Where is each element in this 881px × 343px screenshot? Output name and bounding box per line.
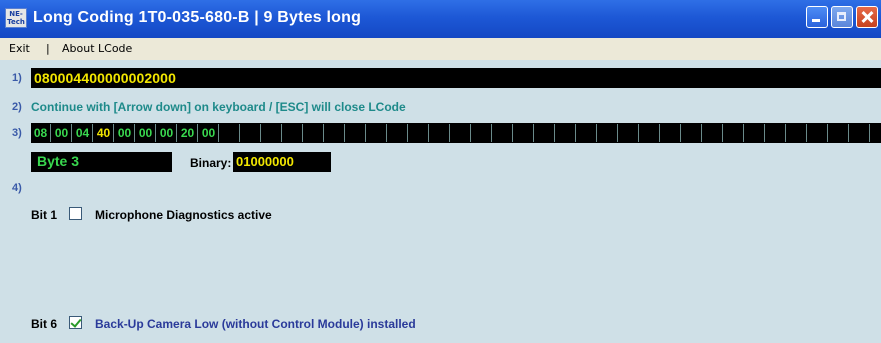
empty-byte-cell[interactable] bbox=[451, 124, 471, 142]
empty-byte-cell[interactable] bbox=[871, 124, 881, 142]
empty-byte-cell[interactable] bbox=[745, 124, 765, 142]
empty-byte-cell[interactable] bbox=[703, 124, 723, 142]
row-number-1: 1) bbox=[12, 72, 22, 84]
bit-description: Microphone Diagnostics active bbox=[95, 208, 272, 222]
binary-field: 01000000 bbox=[233, 152, 331, 172]
empty-byte-cell[interactable] bbox=[493, 124, 513, 142]
binary-label: Binary: bbox=[190, 156, 232, 170]
empty-byte-cell[interactable] bbox=[787, 124, 807, 142]
empty-byte-cell[interactable] bbox=[577, 124, 597, 142]
empty-byte-cell[interactable] bbox=[514, 124, 534, 142]
empty-byte-cell[interactable] bbox=[682, 124, 702, 142]
empty-byte-cell[interactable] bbox=[325, 124, 345, 142]
empty-byte-cell[interactable] bbox=[619, 124, 639, 142]
byte-cell[interactable]: 04 bbox=[73, 124, 93, 142]
empty-byte-cell[interactable] bbox=[598, 124, 618, 142]
window-title: Long Coding 1T0-035-680-B | 9 Bytes long bbox=[33, 9, 362, 26]
empty-byte-cell[interactable] bbox=[661, 124, 681, 142]
byte-cell[interactable]: 20 bbox=[178, 124, 198, 142]
empty-byte-cell[interactable] bbox=[262, 124, 282, 142]
empty-byte-cell[interactable] bbox=[283, 124, 303, 142]
byte-strip: 08 00 04 40 00 00 00 20 00 bbox=[31, 123, 881, 143]
byte-cell[interactable]: 00 bbox=[52, 124, 72, 142]
bit-checkbox[interactable] bbox=[69, 207, 82, 220]
binary-value: 01000000 bbox=[236, 154, 294, 169]
empty-byte-cell[interactable] bbox=[472, 124, 492, 142]
bit-label: Bit 1 bbox=[31, 208, 58, 222]
empty-byte-cell[interactable] bbox=[409, 124, 429, 142]
empty-byte-cell[interactable] bbox=[220, 124, 240, 142]
selected-byte-box: Byte 3 bbox=[31, 152, 172, 172]
empty-byte-cell[interactable] bbox=[850, 124, 870, 142]
maximize-icon[interactable] bbox=[831, 6, 853, 28]
coding-value: 080004400000002000 bbox=[34, 70, 176, 86]
row-number-4: 4) bbox=[12, 182, 22, 194]
empty-byte-cell[interactable] bbox=[808, 124, 828, 142]
title-bar[interactable]: NE-Tech Long Coding 1T0-035-680-B | 9 By… bbox=[0, 0, 881, 38]
empty-byte-cell[interactable] bbox=[430, 124, 450, 142]
minimize-icon[interactable] bbox=[806, 6, 828, 28]
empty-byte-cell[interactable] bbox=[724, 124, 744, 142]
byte-cell[interactable]: 00 bbox=[199, 124, 219, 142]
menu-about-lcode[interactable]: About LCode bbox=[62, 42, 132, 55]
selected-byte-label: Byte 3 bbox=[37, 153, 80, 169]
menu-exit[interactable]: Exit bbox=[9, 42, 30, 55]
ne-tech-logo-icon[interactable]: NE-Tech bbox=[5, 8, 27, 28]
close-icon[interactable] bbox=[856, 6, 878, 28]
bit-description: Back-Up Camera Low (without Control Modu… bbox=[95, 317, 416, 331]
bit-checkbox-checked[interactable] bbox=[69, 316, 82, 329]
empty-byte-cell[interactable] bbox=[535, 124, 555, 142]
row-number-3: 3) bbox=[12, 127, 22, 139]
byte-cell[interactable]: 40 bbox=[94, 124, 114, 142]
empty-byte-cell[interactable] bbox=[640, 124, 660, 142]
empty-byte-cell[interactable] bbox=[556, 124, 576, 142]
byte-cell[interactable]: 00 bbox=[115, 124, 135, 142]
empty-byte-cell[interactable] bbox=[346, 124, 366, 142]
empty-byte-cell[interactable] bbox=[241, 124, 261, 142]
menu-separator: | bbox=[46, 42, 50, 55]
byte-cell[interactable]: 08 bbox=[31, 124, 51, 142]
empty-byte-cell[interactable] bbox=[388, 124, 408, 142]
instruction-hint: Continue with [Arrow down] on keyboard /… bbox=[31, 100, 406, 114]
bit-label: Bit 6 bbox=[31, 317, 58, 331]
coding-field[interactable]: 080004400000002000 bbox=[31, 68, 881, 88]
row-number-2: 2) bbox=[12, 101, 22, 113]
empty-byte-cell[interactable] bbox=[829, 124, 849, 142]
byte-cell[interactable]: 00 bbox=[157, 124, 177, 142]
empty-byte-cell[interactable] bbox=[304, 124, 324, 142]
empty-byte-cell[interactable] bbox=[766, 124, 786, 142]
empty-byte-cell[interactable] bbox=[367, 124, 387, 142]
menu-bar: Exit | About LCode bbox=[0, 38, 881, 60]
byte-cell[interactable]: 00 bbox=[136, 124, 156, 142]
